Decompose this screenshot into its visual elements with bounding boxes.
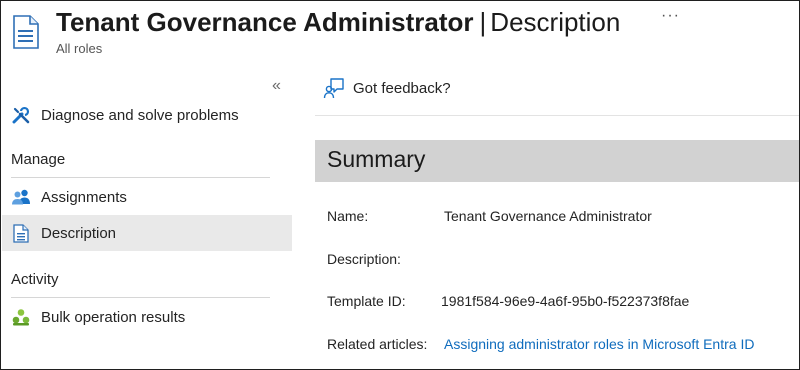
sidebar: « Diagnose and solve problems Manage Ass… <box>1 67 301 369</box>
sidebar-item-label: Assignments <box>41 188 127 206</box>
sidebar-item-label: Diagnose and solve problems <box>41 106 239 124</box>
sidebar-item-description[interactable]: Description <box>2 215 292 251</box>
section-header-activity: Activity <box>11 271 59 288</box>
document-icon <box>11 223 31 243</box>
blade-header: Tenant Governance Administrator | Descript… <box>1 1 799 67</box>
property-label-description: Description: <box>327 251 401 267</box>
page-title: Tenant Governance Administrator | Descript… <box>56 5 620 39</box>
document-icon <box>13 15 39 49</box>
users-icon <box>11 187 31 207</box>
property-label-name: Name: <box>327 208 369 224</box>
related-article-link[interactable]: Assigning administrator roles in Microso… <box>444 336 754 352</box>
property-value-template-id: 1981f584-96e9-4a6f-95b0-f522373f8fae <box>441 293 690 309</box>
property-label-template-id: Template ID: <box>327 293 406 309</box>
sidebar-item-diagnose[interactable]: Diagnose and solve problems <box>2 97 292 133</box>
sidebar-item-label: Description <box>41 224 117 242</box>
breadcrumb-subtitle[interactable]: All roles <box>56 41 102 56</box>
collapse-sidebar-icon[interactable]: « <box>272 77 281 95</box>
section-header-manage: Manage <box>11 151 66 168</box>
page-title-separator: | <box>479 7 487 37</box>
summary-section-header: Summary <box>315 140 799 182</box>
page-title-role: Tenant Governance Administrator <box>56 7 474 37</box>
bulk-operation-icon <box>11 307 31 327</box>
wrench-screwdriver-icon <box>11 105 31 125</box>
page-title-section: Description <box>490 7 621 37</box>
property-value-name: Tenant Governance Administrator <box>444 208 652 224</box>
sidebar-item-bulk-operation-results[interactable]: Bulk operation results <box>2 299 292 335</box>
section-divider <box>11 297 270 298</box>
main-content: Got feedback? Summary Name: Tenant Gover… <box>315 67 799 369</box>
page-frame: Tenant Governance Administrator | Descript… <box>0 0 800 370</box>
feedback-label: Got feedback? <box>353 79 451 97</box>
toolbar-divider <box>315 115 799 116</box>
section-divider <box>11 177 270 178</box>
more-options-icon[interactable]: ··· <box>661 7 680 25</box>
sidebar-item-label: Bulk operation results <box>41 308 186 326</box>
feedback-icon <box>323 78 344 99</box>
property-label-related-articles: Related articles: <box>327 336 428 352</box>
sidebar-item-assignments[interactable]: Assignments <box>2 179 292 215</box>
feedback-button[interactable]: Got feedback? <box>323 77 451 99</box>
summary-title: Summary <box>327 146 426 172</box>
